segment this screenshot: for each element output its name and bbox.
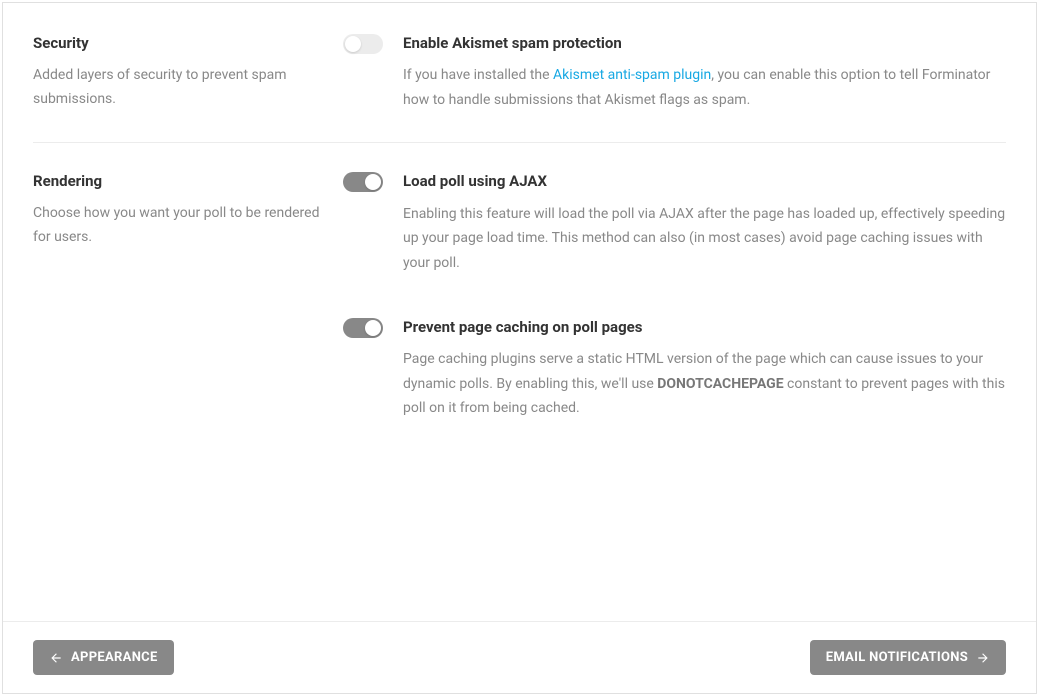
ajax-title: Load poll using AJAX — [403, 171, 1006, 191]
akismet-desc-pre: If you have installed the — [403, 67, 553, 83]
akismet-setting: Enable Akismet spam protection If you ha… — [343, 33, 1006, 112]
section-header: Security Added layers of security to pre… — [33, 33, 343, 112]
section-header: Rendering Choose how you want your poll … — [33, 171, 343, 421]
section-body: Enable Akismet spam protection If you ha… — [343, 33, 1006, 112]
settings-panel: Security Added layers of security to pre… — [2, 2, 1037, 694]
email-notifications-button[interactable]: EMAIL NOTIFICATIONS — [810, 640, 1006, 675]
ajax-desc: Enabling this feature will load the poll… — [403, 202, 1006, 276]
appearance-button[interactable]: APPEARANCE — [33, 640, 174, 675]
arrow-right-icon — [976, 651, 990, 665]
cache-title: Prevent page caching on poll pages — [403, 317, 1006, 337]
setting-body: Prevent page caching on poll pages Page … — [403, 317, 1006, 421]
akismet-link[interactable]: Akismet anti-spam plugin — [553, 67, 711, 83]
cache-bold: DONOTCACHEPAGE — [657, 376, 783, 392]
security-section: Security Added layers of security to pre… — [33, 27, 1006, 142]
akismet-toggle[interactable] — [343, 34, 383, 54]
setting-body: Load poll using AJAX Enabling this featu… — [403, 171, 1006, 275]
rendering-section: Rendering Choose how you want your poll … — [33, 142, 1006, 451]
cache-desc: Page caching plugins serve a static HTML… — [403, 347, 1006, 421]
section-body: Load poll using AJAX Enabling this featu… — [343, 171, 1006, 421]
akismet-title: Enable Akismet spam protection — [403, 33, 1006, 53]
security-desc: Added layers of security to prevent spam… — [33, 64, 323, 112]
ajax-setting: Load poll using AJAX Enabling this featu… — [343, 171, 1006, 275]
content-area: Security Added layers of security to pre… — [3, 3, 1036, 451]
rendering-title: Rendering — [33, 171, 323, 192]
footer: APPEARANCE EMAIL NOTIFICATIONS — [3, 621, 1036, 693]
appearance-label: APPEARANCE — [71, 650, 158, 665]
arrow-left-icon — [49, 651, 63, 665]
akismet-desc: If you have installed the Akismet anti-s… — [403, 63, 1006, 112]
setting-body: Enable Akismet spam protection If you ha… — [403, 33, 1006, 112]
cache-toggle[interactable] — [343, 318, 383, 338]
email-notifications-label: EMAIL NOTIFICATIONS — [826, 650, 968, 665]
ajax-toggle[interactable] — [343, 172, 383, 192]
rendering-desc: Choose how you want your poll to be rend… — [33, 202, 323, 250]
cache-setting: Prevent page caching on poll pages Page … — [343, 317, 1006, 421]
security-title: Security — [33, 33, 323, 54]
